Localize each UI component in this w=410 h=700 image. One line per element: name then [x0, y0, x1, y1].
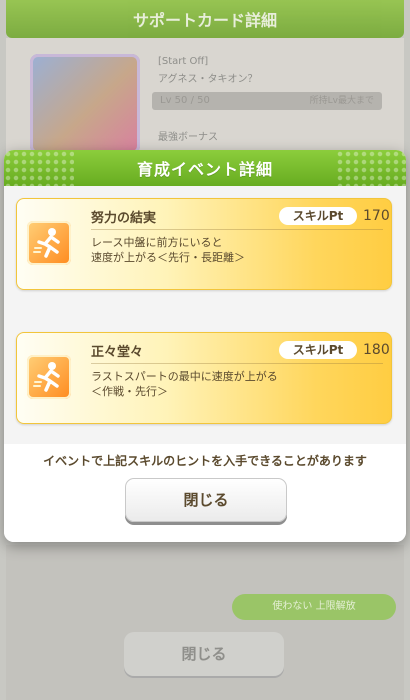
- background-close-button: 閉じる: [124, 632, 284, 676]
- skill-divider: [91, 363, 383, 364]
- card-type: [Start Off]: [158, 56, 209, 67]
- speed-skill-icon: [27, 355, 71, 399]
- level-text: Lv 50 / 50: [160, 95, 210, 106]
- skill-description-line-1: レース中盤に前方にいると: [91, 236, 223, 249]
- skill-pt-label: スキルPt: [279, 207, 357, 225]
- background-title: サポートカード詳細: [132, 11, 277, 30]
- support-card-image: [30, 54, 140, 154]
- speed-skill-icon: [27, 221, 71, 265]
- modal-title: 育成イベント詳細: [136, 160, 273, 179]
- bonus-label: 最強ボーナス: [158, 132, 218, 143]
- level-note: 所持Lv最大まで: [309, 96, 374, 106]
- skill-name: 正々堂々: [91, 345, 144, 360]
- event-detail-modal: 育成イベント詳細 努力の結実 スキルPt 170 レース中盤に前方にいると 速度…: [4, 150, 406, 542]
- skill-divider: [91, 229, 383, 230]
- background-header: サポートカード詳細: [6, 0, 404, 38]
- skill-pt-value: 170: [363, 208, 390, 224]
- skill-description-line-2: ＜作戦・先行＞: [91, 385, 168, 398]
- skill-description-line-2: 速度が上がる＜先行・長距離＞: [91, 251, 245, 264]
- skill-pt-label: スキルPt: [279, 341, 357, 359]
- skill-card[interactable]: 努力の結実 スキルPt 170 レース中盤に前方にいると 速度が上がる＜先行・長…: [16, 198, 392, 290]
- modal-body: 努力の結実 スキルPt 170 レース中盤に前方にいると 速度が上がる＜先行・長…: [4, 186, 406, 444]
- skill-description-line-1: ラストスパートの最中に速度が上がる: [91, 370, 278, 383]
- level-bar: Lv 50 / 50 所持Lv最大まで: [152, 92, 382, 110]
- skill-name: 努力の結実: [91, 211, 157, 226]
- background-lower-panel: [6, 545, 404, 700]
- card-name: アグネス・タキオン？: [158, 74, 258, 85]
- background-green-button: 使わない 上限解放: [232, 594, 396, 620]
- close-button[interactable]: 閉じる: [125, 478, 287, 522]
- skill-pt-value: 180: [363, 342, 390, 358]
- modal-footer: イベントで上記スキルのヒントを入手できることがあります 閉じる: [4, 444, 406, 542]
- skill-card[interactable]: 正々堂々 スキルPt 180 ラストスパートの最中に速度が上がる ＜作戦・先行＞: [16, 332, 392, 424]
- modal-header: 育成イベント詳細: [4, 150, 406, 186]
- hint-notice: イベントで上記スキルのヒントを入手できることがあります: [43, 454, 367, 468]
